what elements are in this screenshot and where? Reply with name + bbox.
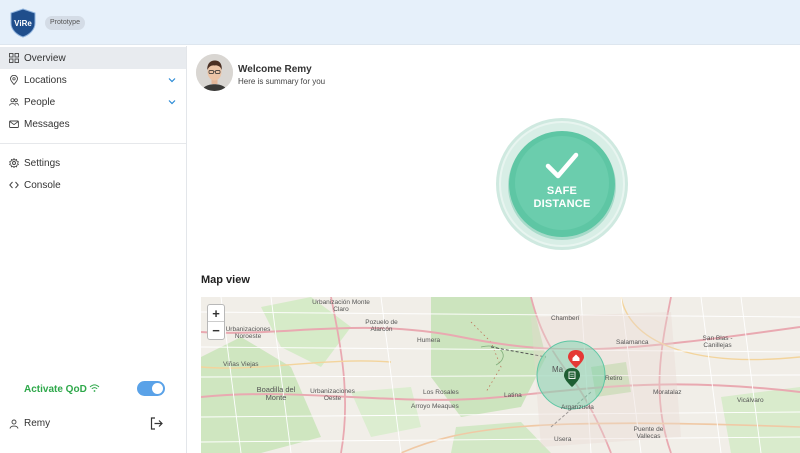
sidebar-item-overview[interactable]: Overview (0, 47, 186, 69)
envelope-icon (9, 120, 19, 128)
map-place-label: Boadilla del Monte (256, 385, 296, 402)
top-bar: ViRe Prototype (0, 0, 800, 45)
map-place-label: Retiro (605, 375, 623, 382)
avatar (196, 54, 233, 91)
map-place-label: Latina (504, 392, 522, 399)
status-line-2: DISTANCE (533, 198, 591, 210)
vire-logo[interactable]: ViRe (9, 8, 37, 38)
sidebar: Overview Locations People Messages Setti… (0, 46, 187, 453)
toggle-knob (152, 383, 163, 394)
map-place-label: Chamberí (551, 315, 580, 322)
sidebar-item-people[interactable]: People (0, 91, 186, 113)
sidebar-item-label: Locations (24, 74, 67, 86)
status-line-1: SAFE (546, 185, 578, 197)
sidebar-item-label: Settings (24, 157, 61, 169)
map-tiles (201, 297, 800, 453)
gear-icon (9, 158, 19, 168)
chevron-down-icon[interactable] (168, 76, 176, 84)
zoom-in-button[interactable]: + (208, 305, 224, 322)
map-place-label: Humera (417, 337, 441, 344)
location-pin-icon (10, 75, 18, 85)
map-view-title: Map view (201, 274, 250, 286)
svg-text:ViRe: ViRe (14, 19, 32, 28)
map-place-label: Viñas Viejas (223, 361, 259, 368)
welcome-subtitle: Here is summary for you (238, 77, 326, 86)
map-place-label: Usera (554, 436, 572, 443)
map-place-label: San Blas - Canillejas (702, 335, 733, 349)
map-place-label: Arganzuela (561, 404, 594, 411)
sidebar-item-label: Messages (24, 118, 70, 130)
map-place-label: Urbanización Monte Claro (312, 299, 370, 313)
grid-icon (9, 53, 19, 63)
logout-icon[interactable] (150, 417, 163, 430)
user-name: Remy (24, 418, 51, 429)
sidebar-item-messages[interactable]: Messages (0, 113, 186, 135)
map-place-label: Arroyo Meaques (411, 403, 459, 410)
map-place-label: Pozuelo de Alarcón (365, 319, 398, 333)
safe-distance-status: SAFE DISTANCE (495, 117, 629, 251)
map-place-label: Los Rosales (423, 389, 459, 396)
qod-toggle[interactable] (137, 381, 165, 396)
activate-qod-label: Activate QoD (24, 384, 87, 395)
map-place-label: Moratalaz (653, 389, 682, 396)
map-place-label: Urbanizaciones Oeste (310, 388, 355, 402)
code-icon (9, 181, 19, 189)
sidebar-item-label: Overview (24, 52, 66, 64)
prototype-badge: Prototype (45, 16, 85, 30)
map-place-label: Ma (552, 365, 564, 374)
wifi-icon (89, 384, 100, 392)
user-icon (9, 419, 19, 429)
sidebar-item-label: People (24, 96, 56, 108)
people-icon (9, 98, 19, 106)
map-place-label: Puente de Vallecas (633, 426, 664, 440)
zoom-out-button[interactable]: − (208, 322, 224, 339)
map-place-label: Salamanca (616, 339, 649, 346)
sidebar-item-console[interactable]: Console (0, 174, 186, 196)
map-place-label: Urbanizaciones Noroeste (225, 326, 271, 340)
map-view[interactable]: + − Urbanización Monte Claro Pozuelo de … (201, 297, 800, 453)
sidebar-item-label: Console (24, 179, 61, 191)
chevron-down-icon[interactable] (168, 98, 176, 106)
sidebar-item-settings[interactable]: Settings (0, 152, 186, 174)
map-place-label: Vicálvaro (737, 397, 764, 404)
user-profile[interactable]: Remy (9, 418, 50, 429)
sidebar-item-locations[interactable]: Locations (0, 69, 186, 91)
sidebar-divider (0, 143, 186, 144)
welcome-title: Welcome Remy (238, 64, 312, 75)
